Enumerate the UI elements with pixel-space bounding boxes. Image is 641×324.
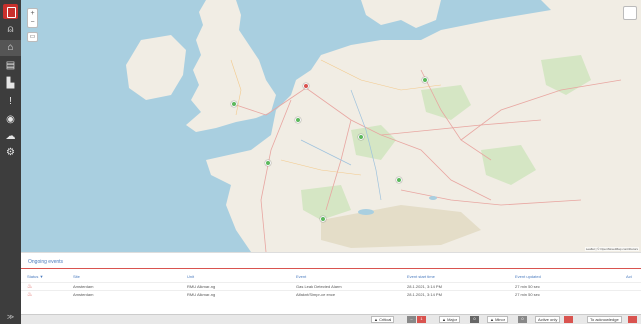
col-updated[interactable]: Event updated <box>515 274 615 279</box>
to-acknowledge-label: To acknowledge <box>590 317 619 322</box>
map-marker[interactable] <box>358 134 364 140</box>
col-site[interactable]: Site <box>73 274 173 279</box>
map-marker[interactable] <box>303 83 309 89</box>
fire-icon: ♨ <box>27 284 33 290</box>
row-event: Gas Leak Detected Alarm <box>296 284 342 289</box>
map-marker[interactable] <box>295 117 301 123</box>
active-only-label: Active only <box>538 317 558 322</box>
row-site: Amsterdam <box>73 284 94 289</box>
col-start-time[interactable]: Event start time <box>407 274 507 279</box>
critical-label: Critical <box>379 317 392 322</box>
minor-filter-button[interactable]: ▲ Minor <box>487 316 509 323</box>
chart-icon[interactable]: ▙ <box>0 76 21 92</box>
critical-count: 1 <box>417 316 426 323</box>
location-icon[interactable]: ◉ <box>0 112 21 128</box>
fullscreen-button[interactable] <box>623 6 637 20</box>
row-unit: RMU Alkmar-ng <box>187 284 216 289</box>
zoom-control[interactable]: + − <box>27 8 38 28</box>
map-marker[interactable] <box>396 177 402 183</box>
map-marker[interactable] <box>422 77 428 83</box>
major-label: Major <box>447 317 458 322</box>
critical-count-badge: – <box>407 316 416 323</box>
active-only-toggle[interactable]: Active only <box>535 316 561 323</box>
document-icon[interactable]: ▤ <box>0 58 21 74</box>
events-title-bar: Ongoing events <box>21 257 641 269</box>
map-attribution: Leaflet | © OpenStreetMap contributors <box>584 247 639 251</box>
events-table-header: Status ▼ Site Unit Event Event start tim… <box>21 273 641 281</box>
layers-icon[interactable]: ▭ <box>27 32 38 42</box>
active-only-switch[interactable] <box>564 316 573 323</box>
events-title: Ongoing events <box>28 259 64 265</box>
map-view[interactable]: + − ▭ Leaflet | © OpenStreetMap contribu… <box>21 0 641 252</box>
gear-icon[interactable]: ⚙ <box>0 145 21 161</box>
row-site: Amsterdam <box>73 292 94 297</box>
to-acknowledge-switch[interactable] <box>628 316 637 323</box>
sidebar: ⍝ ⌂ ▤ ▙ ! ◉ ☁ ⚙ ≫ <box>0 0 21 324</box>
map-marker[interactable] <box>320 216 326 222</box>
user-icon[interactable]: ⍝ <box>0 22 21 38</box>
events-panel: Ongoing events Status ▼ Site Unit Event … <box>21 252 641 314</box>
app-root: ⍝ ⌂ ▤ ▙ ! ◉ ☁ ⚙ ≫ + − ▭ Leaflet | © Open… <box>0 0 641 324</box>
col-act[interactable]: Act <box>626 274 638 279</box>
cloud-icon[interactable]: ☁ <box>0 129 21 145</box>
filter-bar: ▲ Critical – 1 ▲ Major 0 ▲ Minor 0 Activ… <box>21 314 641 324</box>
to-acknowledge-toggle[interactable]: To acknowledge <box>587 316 622 323</box>
row-unit: RMU Alkmar-ng <box>187 292 216 297</box>
map-marker[interactable] <box>265 160 271 166</box>
row-updated: 27 min 50 sec <box>515 284 540 289</box>
map-marker[interactable] <box>231 101 237 107</box>
row-event: Alfaknt/Simpr-ce ence <box>296 292 336 297</box>
critical-filter-button[interactable]: ▲ Critical <box>371 316 395 323</box>
minor-count: 0 <box>518 316 527 323</box>
row-start-time: 28.1.2021, 3:14 PM <box>407 284 442 289</box>
minor-label: Minor <box>495 317 506 322</box>
col-event[interactable]: Event <box>296 274 396 279</box>
app-logo[interactable] <box>3 4 18 19</box>
table-row[interactable]: ♨ Amsterdam RMU Alkmar-ng Alfaknt/Simpr-… <box>21 290 641 298</box>
major-count: 0 <box>470 316 479 323</box>
map-tiles <box>126 0 641 252</box>
row-updated: 27 min 50 sec <box>515 292 540 297</box>
alert-icon[interactable]: ! <box>0 94 21 110</box>
home-icon[interactable]: ⌂ <box>0 40 21 56</box>
zoom-out-button[interactable]: − <box>28 18 37 27</box>
col-status[interactable]: Status ▼ <box>27 274 47 279</box>
collapse-sidebar-button[interactable]: ≫ <box>0 313 21 321</box>
major-filter-button[interactable]: ▲ Major <box>439 316 461 323</box>
row-start-time: 28.1.2021, 3:14 PM <box>407 292 442 297</box>
fire-icon: ♨ <box>27 292 33 298</box>
zoom-in-button[interactable]: + <box>28 9 37 18</box>
table-row[interactable]: ♨ Amsterdam RMU Alkmar-ng Gas Leak Detec… <box>21 282 641 290</box>
col-unit[interactable]: Unit <box>187 274 287 279</box>
